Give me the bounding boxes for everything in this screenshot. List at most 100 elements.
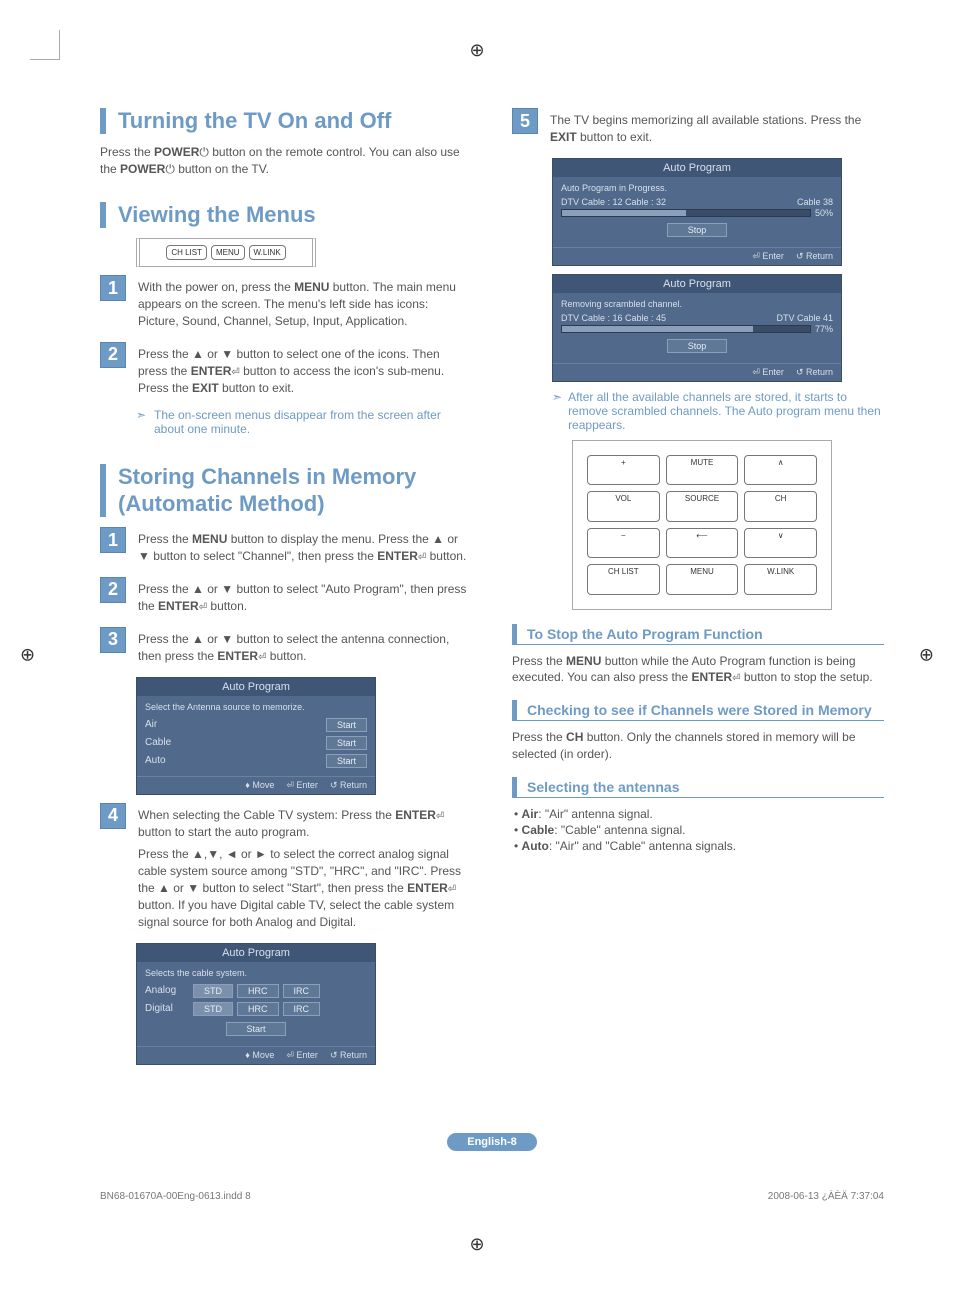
osd-title: Auto Program [137,678,375,696]
foot-return: ↺ Return [796,251,833,262]
page-footer: BN68-01670A-00Eng-0613.indd 8 2008-06-13… [0,1191,954,1222]
sub2-text: Press the CH button. Only the channels s… [512,729,884,763]
subsection-checking: Checking to see if Channels were Stored … [512,700,884,721]
step-number: 1 [100,275,126,301]
foot-return: ↺ Return [330,1050,367,1061]
storing-step-3: 3 Press the ▲ or ▼ button to select the … [100,627,472,669]
foot-return: ↺ Return [796,367,833,378]
sub1-text: Press the MENU button while the Auto Pro… [512,653,884,687]
stop-button[interactable]: Stop [667,339,727,353]
note-arrow-icon: ➣ [552,390,562,432]
enter-icon: ⏎ [436,811,444,822]
right-column: 5 The TV begins memorizing all available… [512,100,884,1073]
subsection-stop-auto: To Stop the Auto Program Function [512,624,884,645]
antenna-auto: • Auto: "Air" and "Cable" antenna signal… [514,838,884,854]
foot-move: ♦ Move [245,1050,274,1061]
storing-step-1: 1 Press the MENU button to display the m… [100,527,472,569]
step-number: 2 [100,342,126,368]
storing-step-5: 5 The TV begins memorizing all available… [512,108,884,150]
opt-std[interactable]: STD [193,1002,233,1016]
viewing-step-1: 1 With the power on, press the MENU butt… [100,275,472,333]
section-title-storing: Storing Channels in Memory (Automatic Me… [100,464,472,517]
opt-std[interactable]: STD [193,984,233,998]
text: Press the [100,145,154,159]
note-text: After all the available channels are sto… [568,390,884,432]
progress-pct: 50% [815,208,833,218]
osd-footer: ⏎ Enter ↺ Return [553,247,841,265]
remote-diagram-large: + MUTE ∧ VOL SOURCE CH − ⟵ ∨ CH LIST MEN… [572,440,832,610]
antenna-list: • Air: "Air" antenna signal. • Cable: "C… [514,806,884,854]
start-button[interactable]: Start [326,718,367,732]
enter-icon: ⏎ [231,367,239,378]
remote-btn-mute: MUTE [666,455,739,486]
remote-btn-chlist: CH LIST [166,245,207,260]
start-button[interactable]: Start [226,1022,286,1036]
section-title-viewing: Viewing the Menus [100,202,472,228]
osd-line2: DTV Cable : 16 Cable : 45 [561,313,666,323]
bold: POWER [154,145,199,159]
opt-hrc[interactable]: HRC [237,984,279,998]
remote-btn-ch-down: ∨ [744,528,817,559]
step-number: 2 [100,577,126,603]
remote-btn-source: SOURCE [666,491,739,522]
remote-btn-vol-up: + [587,455,660,486]
osd-row-air[interactable]: AirStart [145,716,367,734]
subsection-antennas: Selecting the antennas [512,777,884,798]
foot-return: ↺ Return [330,780,367,791]
step-number: 3 [100,627,126,653]
viewing-step-2: 2 Press the ▲ or ▼ button to select one … [100,342,472,401]
osd-row-cable[interactable]: CableStart [145,734,367,752]
progress-bar [561,325,811,333]
start-button[interactable]: Start [326,754,367,768]
opt-irc[interactable]: IRC [283,1002,321,1016]
enter-icon: ⏎ [732,673,740,684]
osd-row-digital[interactable]: Digital STD HRC IRC [145,1000,367,1018]
osd-title: Auto Program [137,944,375,962]
progress-pct: 77% [815,324,833,334]
osd-subtitle: Selects the cable system. [145,968,367,982]
enter-icon: ⏎ [199,602,207,613]
antenna-cable: • Cable: "Cable" antenna signal. [514,822,884,838]
remote-btn-wlink: W.LINK [744,564,817,595]
progress-bar [561,209,811,217]
osd-line1: Auto Program in Progress. [561,183,833,193]
step-text: With the power on, press the MENU button… [138,279,472,329]
foot-enter: ⏎ Enter [286,1050,318,1061]
section-title-turning: Turning the TV On and Off [100,108,472,134]
osd-row-analog[interactable]: Analog STD HRC IRC [145,982,367,1000]
bold: POWER [120,162,165,176]
step-number: 1 [100,527,126,553]
note-text: The on-screen menus disappear from the s… [154,408,472,436]
foot-enter: ⏎ Enter [752,367,784,378]
opt-irc[interactable]: IRC [283,984,321,998]
osd-line2: DTV Cable : 12 Cable : 32 [561,197,666,207]
osd-channel-label: DTV Cable 41 [776,313,833,323]
osd-title: Auto Program [553,159,841,177]
remote-btn-wlink: W.LINK [249,245,286,260]
osd-progress-2: Auto Program Removing scrambled channel.… [552,274,842,382]
text: button on the TV. [175,162,269,176]
remote-btn-ch-up: ∧ [744,455,817,486]
osd-antenna-select: Auto Program Select the Antenna source t… [136,677,376,795]
osd-channel-label: Cable 38 [797,197,833,207]
foot-enter: ⏎ Enter [286,780,318,791]
step-text: Press the ▲ or ▼ button to select one of… [138,346,472,397]
footer-file: BN68-01670A-00Eng-0613.indd 8 [100,1191,251,1202]
remote-btn-chlist: CH LIST [587,564,660,595]
stop-button[interactable]: Stop [667,223,727,237]
osd-footer: ⏎ Enter ↺ Return [553,363,841,381]
remote-btn-menu: MENU [211,245,245,260]
storing-step-4: 4 When selecting the Cable TV system: Pr… [100,803,472,935]
storing-step-2: 2 Press the ▲ or ▼ button to select "Aut… [100,577,472,619]
osd-line1: Removing scrambled channel. [561,299,833,309]
osd-footer: ♦ Move ⏎ Enter ↺ Return [137,776,375,794]
opt-hrc[interactable]: HRC [237,1002,279,1016]
start-button[interactable]: Start [326,736,367,750]
osd-cable-system: Auto Program Selects the cable system. A… [136,943,376,1065]
remote-btn-back: ⟵ [666,528,739,559]
osd-row-auto[interactable]: AutoStart [145,752,367,770]
crop-mark-bottom: ⊕ [469,1234,484,1255]
storing-note: ➣ After all the available channels are s… [552,390,884,432]
footer-timestamp: 2008-06-13 ¿ÀÈÄ 7:37:04 [768,1191,884,1202]
osd-progress-1: Auto Program Auto Program in Progress. D… [552,158,842,266]
